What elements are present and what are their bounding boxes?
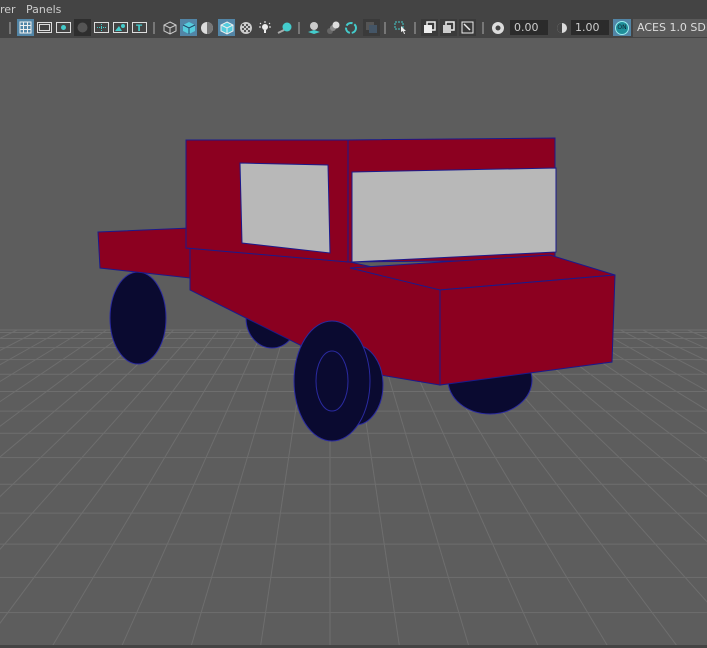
anti-aliasing-button[interactable] — [342, 19, 359, 36]
depth-of-field-icon — [366, 22, 377, 33]
menu-panels[interactable]: Panels — [26, 3, 61, 16]
toolbar-separator — [414, 22, 416, 34]
grid-toggle-button[interactable] — [17, 19, 34, 36]
grid-line — [0, 329, 152, 458]
shaded-cube-icon — [182, 21, 195, 34]
xray-active-icon — [443, 21, 455, 33]
select-cursor-icon — [394, 21, 406, 34]
gate-mask-button[interactable] — [74, 19, 91, 36]
grid-line — [530, 329, 707, 462]
xray-button[interactable] — [421, 19, 438, 36]
scene — [0, 137, 707, 648]
svg-text:T: T — [136, 24, 143, 33]
perspective-viewport[interactable] — [0, 38, 707, 648]
color-management-toggle[interactable]: ON — [613, 19, 631, 36]
grid-line — [664, 329, 707, 350]
film-gate-icon — [37, 22, 52, 33]
grid-line — [120, 329, 264, 648]
menu-bar: rer Panels — [0, 0, 707, 18]
wireframe-cube-icon — [163, 20, 176, 35]
safe-title-button[interactable]: T — [131, 19, 148, 36]
isolate-select-button[interactable] — [392, 19, 409, 36]
exposure-button[interactable] — [489, 19, 506, 36]
windshield — [351, 167, 557, 263]
motion-blur-icon — [326, 21, 339, 34]
grid-line — [687, 329, 707, 339]
grid-line — [620, 329, 707, 376]
panel-toolbar: T 0.00 1.00 ON ACES 1.0 SDR-video — [0, 18, 707, 38]
cab-side-window — [239, 162, 331, 254]
ambient-occlusion-icon — [307, 21, 320, 34]
grid-line — [508, 329, 707, 498]
resolution-gate-icon — [56, 22, 71, 33]
grid-line — [0, 329, 197, 551]
gamma-field[interactable]: 1.00 — [571, 20, 609, 35]
toolbar-separator — [482, 22, 484, 34]
xray-icon — [424, 21, 436, 33]
wheel-back-left — [109, 271, 167, 365]
toolbar-separator — [9, 22, 11, 34]
depth-of-field-button[interactable] — [363, 19, 380, 36]
safe-action-button[interactable] — [112, 19, 129, 36]
toolbar-separator — [384, 22, 386, 34]
wheel-front-left — [293, 320, 371, 442]
wireframe-on-shaded-button[interactable] — [218, 19, 235, 36]
view-transform-dropdown[interactable]: ACES 1.0 SDR-video — [633, 19, 707, 37]
grid-line — [553, 329, 707, 434]
screen-space-ao-button[interactable] — [305, 19, 322, 36]
wireframe-shaded-cube-icon — [220, 20, 233, 35]
toolbar-separator — [298, 22, 300, 34]
aperture-icon — [491, 21, 504, 34]
gamma-icon — [556, 22, 567, 33]
grid-line — [190, 329, 286, 648]
safe-title-icon: T — [132, 22, 147, 33]
field-chart-icon — [94, 22, 109, 33]
toolbar-separator — [153, 22, 155, 34]
light-bulb-icon — [258, 20, 271, 33]
motion-blur-button[interactable] — [324, 19, 341, 36]
grid-icon — [19, 21, 32, 34]
grid-line — [50, 329, 242, 648]
truck-model — [97, 137, 616, 442]
grid-line — [0, 329, 85, 383]
exposure-field[interactable]: 0.00 — [510, 20, 548, 35]
truck-bed-side — [97, 227, 191, 279]
field-chart-button[interactable] — [93, 19, 110, 36]
wireframe-button[interactable] — [161, 19, 178, 36]
material-sphere-icon — [200, 21, 213, 34]
lighting-button[interactable] — [256, 19, 273, 36]
color-management-on-icon: ON — [615, 20, 629, 35]
grid-line — [0, 329, 174, 498]
hood-front — [439, 274, 616, 386]
textured-button[interactable] — [237, 19, 254, 36]
grid-line — [0, 329, 18, 339]
grid-line — [0, 329, 219, 624]
anti-aliasing-icon — [344, 21, 357, 34]
resolution-gate-button[interactable] — [55, 19, 72, 36]
smooth-shade-button[interactable] — [180, 19, 197, 36]
checker-icon — [239, 21, 252, 34]
xray-joints-icon — [461, 21, 474, 34]
film-gate-button[interactable] — [36, 19, 53, 36]
xray-active-button[interactable] — [440, 19, 457, 36]
shadows-button[interactable] — [276, 19, 293, 36]
grid-line — [0, 329, 107, 403]
safe-action-icon — [113, 22, 128, 33]
menu-renderer[interactable]: rer — [0, 3, 16, 16]
xray-joints-button[interactable] — [459, 19, 476, 36]
gamma-button[interactable] — [552, 19, 569, 36]
gate-mask-icon — [77, 22, 88, 33]
shadow-sphere-icon — [277, 22, 291, 34]
default-material-button[interactable] — [198, 19, 215, 36]
